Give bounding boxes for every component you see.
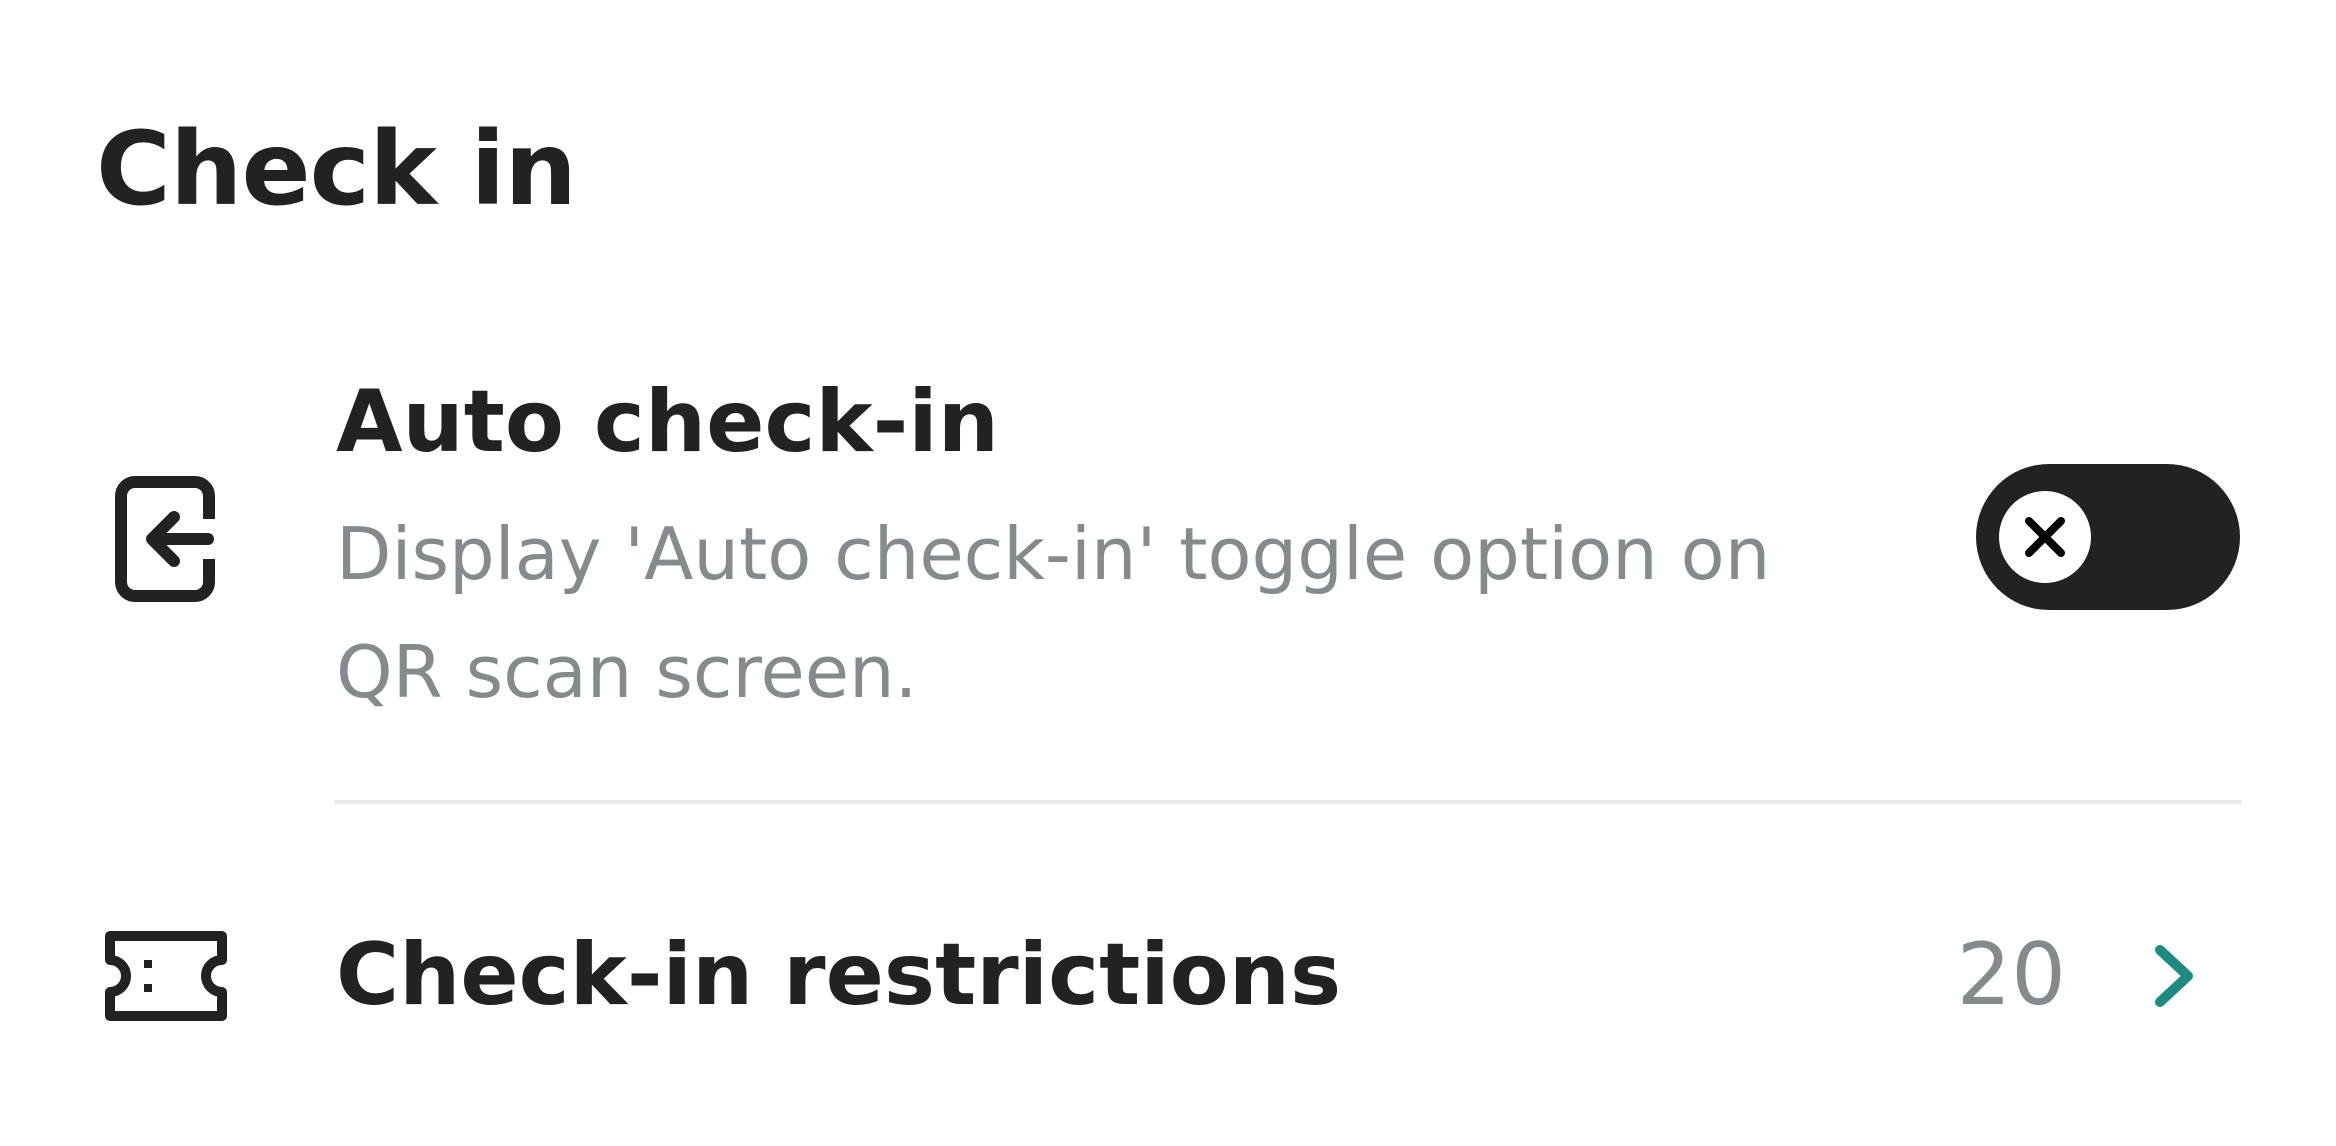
check-in-restrictions-row[interactable]: Check-in restrictions 20	[0, 880, 2336, 1080]
section-title: Check in	[96, 110, 577, 229]
ticket-icon	[105, 931, 227, 1021]
chevron-right-icon[interactable]	[2146, 944, 2202, 1008]
restrictions-count: 20	[1956, 925, 2066, 1025]
check-in-restrictions-label: Check-in restrictions	[336, 925, 1342, 1025]
divider	[334, 800, 2242, 804]
close-icon	[2025, 517, 2065, 557]
check-in-settings-page: Check in Auto check-in Display 'Auto che…	[0, 0, 2336, 1146]
auto-check-in-description: Display 'Auto check-in' toggle option on…	[336, 512, 1771, 714]
auto-check-in-title: Auto check-in	[336, 372, 1000, 472]
auto-check-in-toggle[interactable]	[1976, 464, 2240, 610]
login-arrow-icon	[115, 476, 216, 602]
auto-check-in-row: Auto check-in Display 'Auto check-in' to…	[0, 360, 2336, 720]
toggle-knob	[1999, 491, 2091, 583]
